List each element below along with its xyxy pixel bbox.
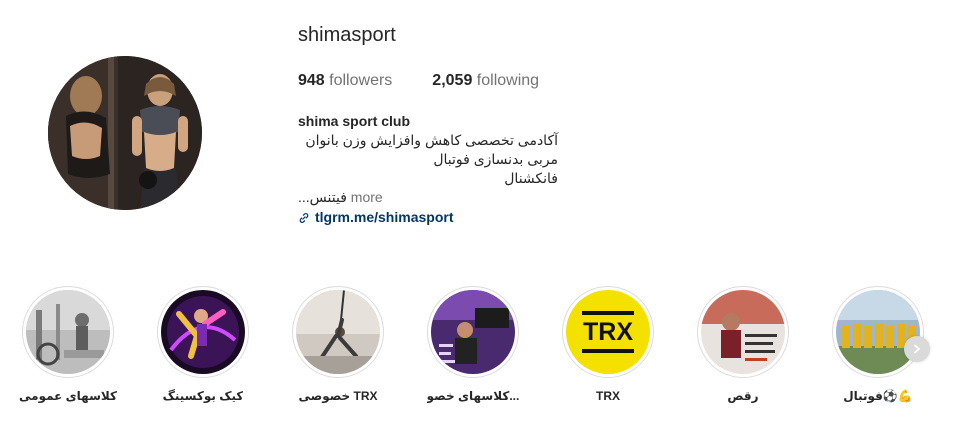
highlight-ring xyxy=(292,286,384,378)
chevron-right-icon xyxy=(914,344,920,354)
highlight-ring xyxy=(22,286,114,378)
highlight-item[interactable]: رقص xyxy=(683,286,803,403)
highlight-cover xyxy=(26,290,110,374)
profile-stats: 948 followers 2,059 following xyxy=(298,72,539,90)
highlight-cover xyxy=(296,290,380,374)
profile-link-text: tlgrm.me/shimasport xyxy=(315,209,454,225)
highlight-ring xyxy=(157,286,249,378)
highlight-label: کلاسهای عمومی xyxy=(19,389,117,403)
story-highlights: کلاسهای عمومی کیک بوکسینگ خصوصی TRX کلاس… xyxy=(0,286,960,416)
highlight-label: فوتبال⚽💪 xyxy=(843,389,913,403)
highlight-cover xyxy=(836,290,920,374)
highlights-next-button[interactable] xyxy=(904,336,930,362)
trx-cover-bottom-bar xyxy=(582,349,634,353)
following-count: 2,059 xyxy=(432,72,473,89)
bio-line: فانکشنال xyxy=(504,170,558,186)
followers-stat[interactable]: 948 followers xyxy=(298,72,392,90)
highlight-cover xyxy=(701,290,785,374)
followers-label: followers xyxy=(329,72,393,89)
highlight-cover xyxy=(431,290,515,374)
profile-full-name: shima sport club xyxy=(298,113,411,129)
profile-username: shimasport xyxy=(298,24,396,46)
highlight-label: رقص xyxy=(727,389,759,403)
trx-logo-text: TRX xyxy=(583,318,633,346)
bio-line: مربی بدنسازی فوتبال xyxy=(433,151,558,167)
profile-link[interactable]: tlgrm.me/shimasport xyxy=(298,208,558,227)
following-stat[interactable]: 2,059 following xyxy=(432,72,539,90)
highlight-item[interactable]: کلاسهای عمومی xyxy=(8,286,128,403)
following-label: following xyxy=(476,72,540,89)
highlight-cover: TRX xyxy=(566,290,650,374)
highlight-item[interactable]: خصوصی TRX xyxy=(278,286,398,403)
highlight-cover xyxy=(161,290,245,374)
highlight-ring xyxy=(832,286,924,378)
bio-truncated-line: ...فیتنس more xyxy=(298,188,558,207)
highlight-label: TRX xyxy=(596,389,620,403)
profile-bio: shima sport club آکادمی تخصصی کاهش وافزا… xyxy=(298,112,558,227)
bio-more-button[interactable]: more xyxy=(351,189,383,205)
highlight-item[interactable]: TRX TRX xyxy=(548,286,668,403)
profile-photo-image xyxy=(48,56,202,210)
highlight-ring: TRX xyxy=(562,286,654,378)
bio-line: آکادمی تخصصی کاهش وافزایش وزن بانوان xyxy=(305,132,558,148)
profile-avatar[interactable] xyxy=(48,56,202,210)
highlight-ring xyxy=(697,286,789,378)
followers-count: 948 xyxy=(298,72,325,89)
trx-cover-top-bar xyxy=(582,311,634,315)
highlight-item[interactable]: کیک بوکسینگ xyxy=(143,286,263,403)
highlight-ring xyxy=(427,286,519,378)
link-icon xyxy=(299,212,309,223)
highlight-label: خصوصی TRX xyxy=(298,389,378,403)
bio-truncated-text: ...فیتنس xyxy=(298,189,347,205)
highlight-item[interactable]: کلاسهای خصو... xyxy=(413,286,533,403)
highlight-label: کلاسهای خصو... xyxy=(426,389,520,403)
highlight-label: کیک بوکسینگ xyxy=(162,389,244,403)
